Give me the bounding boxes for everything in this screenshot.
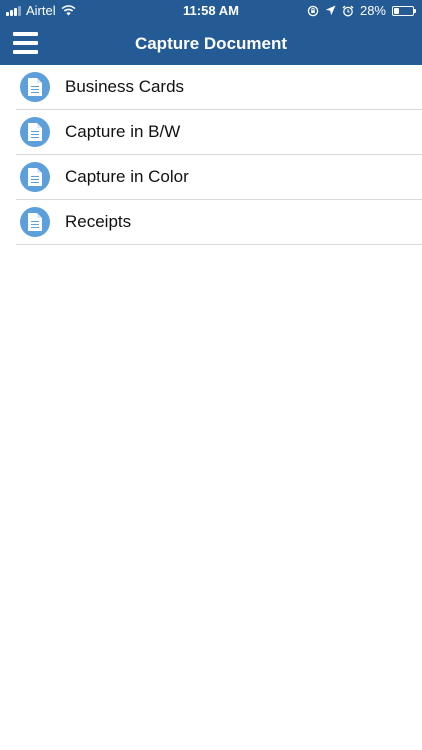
document-icon [20,162,50,192]
document-icon [20,72,50,102]
list-item-capture-bw[interactable]: Capture in B/W [16,110,422,155]
rotation-lock-icon [307,5,319,16]
alarm-clock-icon [342,5,354,16]
nav-bar: Capture Document [0,22,422,65]
capture-options-list: Business Cards Capture in B/W Capture in… [16,65,422,245]
document-icon [20,207,50,237]
battery-level-fill [394,7,399,14]
battery-percent: 28% [359,3,386,18]
list-item-capture-color[interactable]: Capture in Color [16,155,422,200]
location-arrow-icon [325,5,336,16]
list-item-label: Capture in B/W [65,122,181,141]
status-right: 28% [307,3,416,18]
status-bar: Airtel 11:58 AM 28% [0,0,422,22]
battery-icon [392,5,416,16]
list-item-business-cards[interactable]: Business Cards [16,65,422,110]
list-item-label: Business Cards [65,77,185,96]
document-icon [20,117,50,147]
list-item-label: Receipts [65,212,132,231]
page-title: Capture Document [134,34,288,53]
list-item-label: Capture in Color [65,167,189,186]
app-header: Airtel 11:58 AM 28% Capture Document [0,0,422,65]
list-item-receipts[interactable]: Receipts [16,200,422,245]
